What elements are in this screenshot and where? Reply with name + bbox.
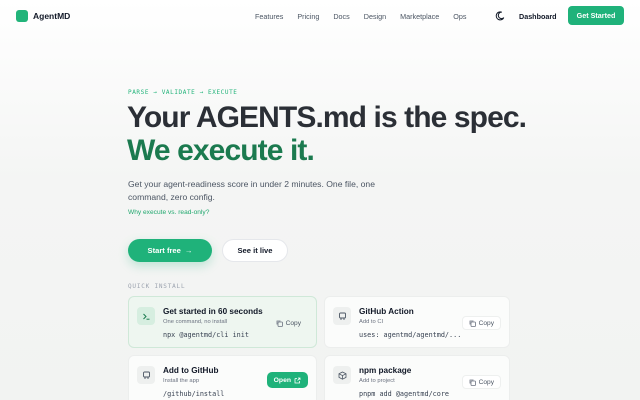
card-command: pnpm add @agentmd/core — [359, 390, 450, 398]
card-title: GitHub Action — [359, 307, 414, 316]
card-command: uses: agentmd/agentmd/... — [359, 331, 462, 339]
start-free-button[interactable]: Start free → — [128, 239, 212, 262]
copy-button[interactable]: Copy — [461, 316, 501, 330]
install-card-github-action[interactable]: GitHub Action Add to CI uses: agentmd/ag… — [324, 296, 510, 348]
arrow-right-icon: → — [184, 246, 193, 255]
copy-icon — [276, 320, 283, 327]
terminal-icon — [137, 307, 155, 325]
install-card-github-app[interactable]: Add to GitHub Install the app /github/in… — [128, 355, 317, 400]
card-command: npx @agentmd/cli init — [163, 331, 249, 339]
package-icon — [333, 366, 351, 384]
nav-link-marketplace[interactable]: Marketplace — [400, 12, 439, 21]
nav-link-features[interactable]: Features — [255, 12, 283, 21]
open-button[interactable]: Open — [266, 372, 308, 388]
github-icon — [333, 307, 351, 325]
card-description: One command, no install — [163, 319, 228, 325]
why-execute-link[interactable]: Why execute vs. read-only? — [128, 209, 209, 216]
nav-link-pricing[interactable]: Pricing — [297, 12, 319, 21]
copy-button[interactable]: Copy — [461, 375, 501, 389]
nav-links: Features Pricing Docs Design Marketplace… — [255, 12, 480, 21]
see-it-live-button[interactable]: See it live — [222, 239, 288, 262]
card-title: npm package — [359, 366, 412, 375]
copy-icon — [469, 320, 476, 327]
dashboard-link[interactable]: Dashboard — [519, 12, 557, 21]
copy-icon — [469, 379, 476, 386]
card-description: Add to project — [359, 378, 395, 384]
theme-toggle-moon-icon[interactable] — [495, 11, 505, 21]
copy-label: Copy — [478, 378, 494, 386]
external-link-icon — [294, 377, 301, 383]
card-description: Add to CI — [359, 319, 384, 325]
install-card-cli[interactable]: Get started in 60 seconds One command, n… — [128, 296, 317, 348]
hero-title-line2: We execute it. — [127, 134, 315, 167]
open-label: Open — [273, 376, 291, 384]
brand-name: AgentMD — [33, 11, 71, 21]
logo-mark-icon — [16, 10, 28, 22]
get-started-button[interactable]: Get Started — [568, 6, 624, 25]
copy-button[interactable]: Copy — [269, 316, 308, 330]
brand-logo[interactable]: AgentMD — [16, 10, 70, 22]
hero-title-line1: Your AGENTS.md is the spec. — [127, 101, 527, 134]
quick-install-label: QUICK INSTALL — [128, 283, 186, 290]
top-nav: AgentMD Features Pricing Docs Design Mar… — [0, 0, 640, 33]
copy-label: Copy — [285, 319, 301, 327]
card-title: Get started in 60 seconds — [163, 307, 263, 316]
nav-link-docs[interactable]: Docs — [333, 12, 349, 21]
nav-link-ops[interactable]: Ops — [453, 12, 466, 21]
nav-link-design[interactable]: Design — [364, 12, 386, 21]
copy-label: Copy — [478, 319, 494, 327]
card-title: Add to GitHub — [163, 366, 219, 375]
install-card-npm[interactable]: npm package Add to project pnpm add @age… — [324, 355, 510, 400]
card-description: Install the app — [163, 378, 200, 384]
hero-subtitle: Get your agent-readiness score in under … — [128, 179, 375, 202]
start-free-label: Start free — [147, 246, 181, 255]
hero-eyebrow: PARSE → VALIDATE → EXECUTE — [128, 89, 238, 96]
github-icon — [137, 366, 155, 384]
card-command: /github/install — [163, 390, 225, 398]
